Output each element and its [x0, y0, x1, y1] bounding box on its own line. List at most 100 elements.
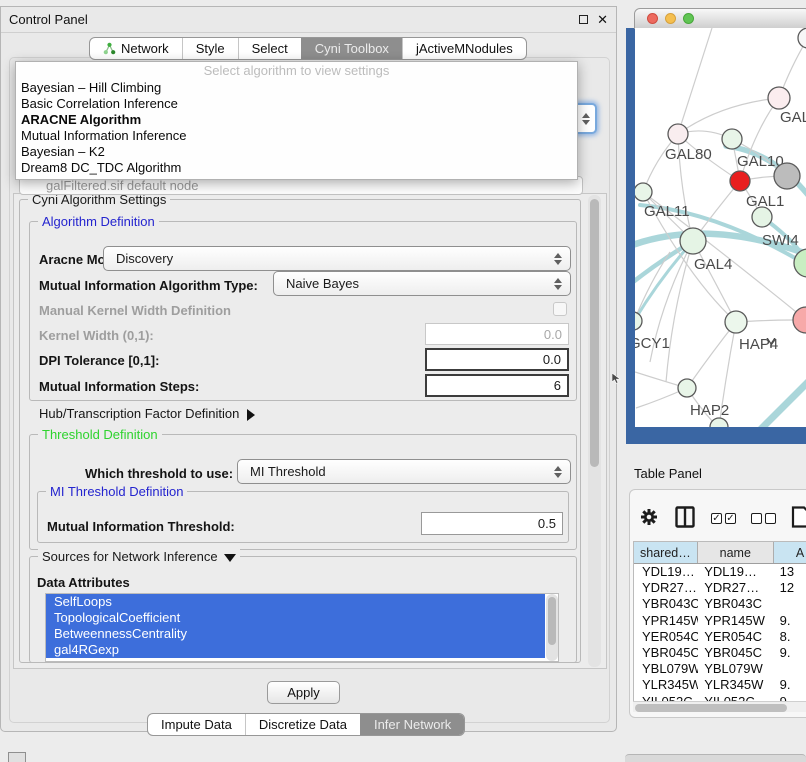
attribute-item-gal4rgexp[interactable]: gal4RGexp — [46, 642, 545, 658]
mi-steps-label: Mutual Information Steps: — [39, 379, 199, 394]
stepper-up-icon — [554, 466, 562, 471]
algorithm-option-mutual-information-inference[interactable]: Mutual Information Inference — [16, 128, 577, 144]
minimized-panel-icon[interactable] — [8, 752, 26, 762]
network-node-gal1[interactable] — [730, 171, 750, 191]
kernel-width-field[interactable]: 0.0 — [425, 323, 569, 345]
tab-select[interactable]: Select — [238, 38, 301, 59]
show-columns-icon[interactable]: ✓✓ — [711, 513, 736, 524]
mi-algorithm-type-combo[interactable]: Naive Bayes — [273, 271, 571, 296]
settings-scrollbar-thumb[interactable] — [590, 199, 599, 467]
gear-icon[interactable] — [640, 508, 658, 529]
split-columns-icon[interactable] — [675, 506, 695, 531]
tab-cyni-toolbox[interactable]: Cyni Toolbox — [301, 38, 402, 59]
node-label-y: Y — [766, 335, 776, 352]
table-cell: YBR045C — [698, 645, 774, 661]
algorithm-option-aracne-algorithm[interactable]: ARACNE Algorithm — [16, 112, 577, 128]
sources-group-title[interactable]: Sources for Network Inference — [38, 549, 240, 564]
control-panel-titlebar: Control Panel ✕ — [1, 7, 616, 33]
data-attributes-list[interactable]: SelfLoopsTopologicalCoefficientBetweenne… — [45, 593, 559, 662]
table-cell: YDR27… — [634, 580, 698, 596]
network-node-gal11[interactable] — [635, 183, 652, 201]
data-attributes-label: Data Attributes — [37, 575, 130, 590]
table-cell: YDL19… — [634, 564, 698, 580]
network-node[interactable] — [774, 163, 800, 189]
attribute-item-topologicalcoefficient[interactable]: TopologicalCoefficient — [46, 610, 545, 626]
attribute-item-selfloops[interactable]: SelfLoops — [46, 594, 545, 610]
table-cell: YDR27… — [698, 580, 774, 596]
table-cell — [775, 596, 806, 612]
column-header-name[interactable]: name — [698, 542, 774, 563]
network-graph-icon — [103, 42, 116, 55]
table-row[interactable]: YBL079WYBL079W — [634, 661, 806, 677]
table-row[interactable]: YBR043CYBR043C — [634, 596, 806, 612]
network-node-gal10[interactable] — [722, 129, 742, 149]
table-cell: YLR345W — [634, 677, 698, 693]
network-node-gal[interactable] — [768, 87, 790, 109]
tab-impute-data[interactable]: Impute Data — [148, 714, 245, 735]
control-panel-tab-bar: NetworkStyleSelectCyni ToolboxjActiveMNo… — [89, 37, 527, 60]
network-node-hap4[interactable] — [725, 311, 747, 333]
table-row[interactable]: YER054CYER054C8. — [634, 629, 806, 645]
table-cell: 9. — [775, 613, 806, 629]
table-function-icon[interactable] — [791, 506, 806, 531]
tab-infer-network[interactable]: Infer Network — [360, 714, 464, 735]
apply-button[interactable]: Apply — [267, 681, 340, 704]
table-row[interactable]: YBR045CYBR045C9. — [634, 645, 806, 661]
table-row[interactable]: YDR27…YDR27…12 — [634, 580, 806, 596]
network-canvas[interactable]: GALGAL80GAL10GAL1GAL11SWI4GAL4GCY1HAP4YH… — [635, 28, 806, 427]
close-window-icon[interactable] — [647, 13, 658, 24]
mi-algorithm-type-value: Naive Bayes — [286, 276, 359, 291]
network-node[interactable] — [710, 418, 728, 427]
zoom-window-icon[interactable] — [683, 13, 694, 24]
mi-threshold-field[interactable]: 0.5 — [421, 512, 563, 535]
network-node-gal80[interactable] — [668, 124, 688, 144]
node-table[interactable]: shared… name A YDL19…YDL19…13YDR27…YDR27… — [633, 541, 806, 712]
hide-columns-icon[interactable] — [751, 513, 776, 524]
aracne-mode-combo[interactable]: Discovery — [103, 246, 571, 271]
algorithm-option-basic-correlation-inference[interactable]: Basic Correlation Inference — [16, 96, 577, 112]
algorithm-option-bayesian-hill-climbing[interactable]: Bayesian – Hill Climbing — [16, 80, 577, 96]
tab-jactivemnodules[interactable]: jActiveMNodules — [402, 38, 526, 59]
close-panel-icon[interactable]: ✕ — [597, 13, 608, 26]
table-row[interactable]: YDL19…YDL19…13 — [634, 564, 806, 580]
mouse-cursor — [612, 372, 621, 387]
manual-kernel-width-checkbox[interactable] — [553, 302, 567, 316]
network-node[interactable] — [798, 28, 806, 48]
network-node-hap2[interactable] — [678, 379, 696, 397]
tab-network[interactable]: Network — [90, 38, 182, 59]
apply-button-label: Apply — [287, 685, 320, 700]
stepper-down-icon — [554, 260, 562, 265]
table-cell: 12 — [775, 580, 806, 596]
table-hscrollbar-track[interactable] — [633, 701, 806, 712]
column-header-shared-name[interactable]: shared… — [634, 542, 698, 563]
attribute-item-betweennesscentrality[interactable]: BetweennessCentrality — [46, 626, 545, 642]
mi-steps-field[interactable]: 6 — [425, 374, 569, 397]
network-edges-teal — [635, 146, 806, 427]
column-header-partial[interactable]: A — [774, 542, 806, 563]
table-row[interactable]: YLR345WYLR345W9. — [634, 677, 806, 693]
attributes-scrollbar-thumb[interactable] — [548, 597, 556, 645]
table-cell: YBR043C — [634, 596, 698, 612]
algorithm-definition-title: Algorithm Definition — [38, 214, 159, 229]
table-cell: YBL079W — [698, 661, 774, 677]
network-node-gal4[interactable] — [680, 228, 706, 254]
minimize-window-icon[interactable] — [665, 13, 676, 24]
which-threshold-combo[interactable]: MI Threshold — [237, 459, 571, 484]
table-cell: 9. — [775, 677, 806, 693]
tab-discretize-data[interactable]: Discretize Data — [245, 714, 360, 735]
table-cell: YBR043C — [698, 596, 774, 612]
float-panel-icon[interactable] — [579, 15, 588, 24]
mi-threshold-group-title: MI Threshold Definition — [46, 484, 187, 499]
algorithm-option-dream8-dc-tdc-algorithm[interactable]: Dream8 DC_TDC Algorithm — [16, 160, 577, 176]
network-node-gcy1[interactable] — [635, 312, 642, 330]
table-cell: 9. — [775, 645, 806, 661]
algorithm-option-bayesian-k2[interactable]: Bayesian – K2 — [16, 144, 577, 160]
table-hscrollbar-thumb[interactable] — [635, 704, 787, 712]
table-row[interactable]: YPR145WYPR145W9. — [634, 613, 806, 629]
tab-style[interactable]: Style — [182, 38, 238, 59]
network-node-swi4[interactable] — [752, 207, 772, 227]
dpi-tolerance-field[interactable]: 0.0 — [425, 348, 569, 371]
table-cell: YER054C — [698, 629, 774, 645]
table-cell: YDL19… — [698, 564, 774, 580]
hub-definition-toggle[interactable]: Hub/Transcription Factor Definition — [39, 406, 255, 421]
